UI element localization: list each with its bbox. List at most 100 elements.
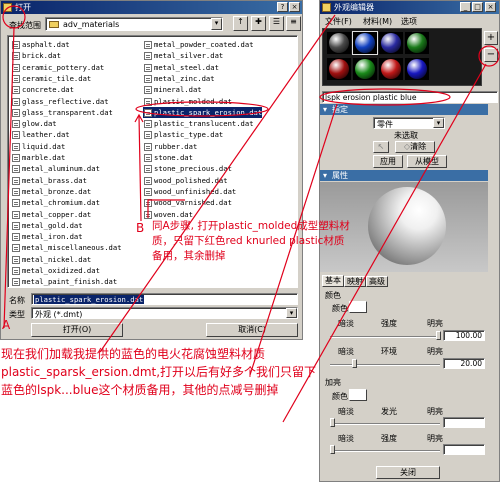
material-swatch[interactable]: [405, 32, 429, 54]
file-list-item[interactable]: liquid.dat: [11, 141, 65, 152]
menu-options[interactable]: 选项: [401, 16, 417, 27]
row4-bright-label: 明亮: [427, 434, 443, 443]
file-list-item[interactable]: marble.dat: [11, 152, 65, 163]
open-button[interactable]: 打开(O): [31, 323, 123, 337]
cancel-button[interactable]: 取消(C): [206, 323, 298, 337]
file-list-item[interactable]: metal_zinc.dat: [143, 73, 215, 84]
material-swatch[interactable]: [379, 58, 403, 80]
tab-advanced[interactable]: 高级: [366, 276, 388, 287]
file-name: woven.dat: [154, 209, 193, 219]
file-list-item[interactable]: metal_silver.dat: [143, 50, 223, 61]
component-dropdown[interactable]: 零件 ▾: [373, 117, 445, 129]
shine-slider[interactable]: [330, 423, 440, 425]
file-list-item[interactable]: ceramic_tile.dat: [11, 73, 91, 84]
type-dropdown[interactable]: 外观 (*.dmt) ▾: [31, 307, 298, 319]
file-list-item[interactable]: stone_precious.dat: [143, 163, 232, 174]
chevron-down-icon[interactable]: ▾: [286, 308, 297, 318]
add-material-button[interactable]: +: [484, 31, 498, 45]
intensity-slider-thumb[interactable]: [436, 331, 441, 340]
tab-basic[interactable]: 基本: [322, 275, 344, 287]
file-list-item[interactable]: metal_bronze.dat: [11, 186, 91, 197]
file-list-item[interactable]: plastic_molded.dat: [143, 96, 232, 107]
ambient-value-input[interactable]: 20.00: [443, 358, 485, 369]
help-button[interactable]: ?: [277, 2, 288, 12]
chevron-down-icon[interactable]: ▾: [211, 18, 222, 30]
minimize-button[interactable]: _: [460, 2, 471, 12]
shine-value-input[interactable]: [443, 417, 485, 428]
material-swatch[interactable]: [327, 32, 351, 54]
highlight-color-swatch-button[interactable]: [349, 389, 367, 401]
menu-material[interactable]: 材料(M): [363, 16, 392, 27]
list-view-button[interactable]: ☰: [269, 16, 284, 31]
details-view-button[interactable]: ≡: [286, 16, 301, 31]
intensity-slider[interactable]: [330, 336, 440, 338]
file-list-item[interactable]: wood_polished.dat: [143, 175, 228, 186]
file-list-item[interactable]: metal_steel.dat: [143, 62, 219, 73]
file-list-item[interactable]: glass_transparent.dat: [11, 107, 113, 118]
color-label: 颜色: [332, 304, 348, 313]
file-list-item[interactable]: glass_reflective.dat: [11, 96, 109, 107]
up-folder-button[interactable]: ↑: [233, 16, 248, 31]
ambient-slider[interactable]: [330, 364, 440, 366]
new-folder-button[interactable]: ✚: [251, 16, 266, 31]
assign-section-header[interactable]: 指定: [320, 104, 488, 115]
tab-map[interactable]: 映射: [344, 276, 366, 287]
file-list-item[interactable]: metal_aluminum.dat: [11, 163, 100, 174]
properties-section-header[interactable]: 属性: [320, 170, 488, 181]
file-list-item[interactable]: glow.dat: [11, 118, 57, 129]
file-list-item[interactable]: metal_gold.dat: [11, 220, 83, 231]
close-button[interactable]: ×: [289, 2, 300, 12]
intensity-value-input[interactable]: 100.00: [443, 330, 485, 341]
selection-status: 未选取: [394, 131, 418, 140]
file-icon: [12, 233, 20, 242]
chevron-down-icon[interactable]: ▾: [433, 118, 444, 128]
remove-material-button[interactable]: −: [484, 48, 498, 62]
from-model-button[interactable]: 从模型: [407, 155, 447, 168]
file-list-item[interactable]: leather.dat: [11, 129, 70, 140]
maximize-button[interactable]: □: [472, 2, 483, 12]
file-list-item[interactable]: concrete.dat: [11, 84, 74, 95]
file-list-item[interactable]: metal_iron.dat: [11, 231, 83, 242]
shine-slider-thumb[interactable]: [330, 418, 335, 427]
highlight-intensity-value-input[interactable]: [443, 444, 485, 455]
highlight-intensity-slider-thumb[interactable]: [330, 445, 335, 454]
file-list-item[interactable]: woven.dat: [143, 209, 193, 220]
clear-button[interactable]: ◇清除: [395, 141, 435, 153]
file-list-item[interactable]: plastic_translucent.dat: [143, 118, 254, 129]
ambient-slider-thumb[interactable]: [352, 359, 357, 368]
material-swatch[interactable]: [379, 32, 403, 54]
file-list-item[interactable]: metal_miscellaneous.dat: [11, 242, 122, 253]
file-list-item[interactable]: wood_varnished.dat: [143, 197, 232, 208]
file-list-item[interactable]: asphalt.dat: [11, 39, 70, 50]
color-swatch-button[interactable]: [349, 301, 367, 313]
file-list-item[interactable]: plastic_type.dat: [143, 129, 223, 140]
file-list-item[interactable]: metal_nickel.dat: [11, 254, 91, 265]
file-list-item[interactable]: metal_paint_finish.dat: [11, 276, 117, 287]
file-list-item[interactable]: metal_oxidized.dat: [11, 265, 100, 276]
file-list-item[interactable]: mineral.dat: [143, 84, 202, 95]
close-button[interactable]: ×: [485, 2, 496, 12]
file-list-item[interactable]: metal_chromium.dat: [11, 197, 100, 208]
file-list-item[interactable]: plastic_spark_erosion.dat: [143, 106, 263, 118]
file-list-item[interactable]: stone.dat: [143, 152, 193, 163]
material-swatch[interactable]: [405, 58, 429, 80]
close-editor-button[interactable]: 关闭: [376, 466, 440, 479]
material-swatch[interactable]: [327, 58, 351, 80]
file-list-item[interactable]: metal_powder_coated.dat: [143, 39, 254, 50]
file-list-item[interactable]: brick.dat: [11, 50, 61, 61]
file-list-item[interactable]: wood_unfinished.dat: [143, 186, 236, 197]
select-arrow-button[interactable]: ↖: [373, 141, 389, 153]
file-list-item[interactable]: metal_brass.dat: [11, 175, 87, 186]
highlight-intensity-slider[interactable]: [330, 450, 440, 452]
look-in-dropdown[interactable]: adv_materials ▾: [45, 17, 223, 31]
filename-input[interactable]: plastic_spark_erosion.dat: [31, 293, 298, 305]
row3-bright-label: 明亮: [427, 407, 443, 416]
menu-file[interactable]: 文件(F): [325, 16, 352, 27]
material-name-field[interactable]: lspk erosion plastic blue: [322, 91, 498, 103]
material-swatch[interactable]: [352, 31, 378, 55]
file-list-item[interactable]: metal_copper.dat: [11, 209, 91, 220]
material-swatch[interactable]: [353, 58, 377, 80]
file-list-item[interactable]: ceramic_pottery.dat: [11, 62, 104, 73]
apply-button[interactable]: 应用: [373, 155, 403, 168]
file-list-item[interactable]: rubber.dat: [143, 141, 197, 152]
